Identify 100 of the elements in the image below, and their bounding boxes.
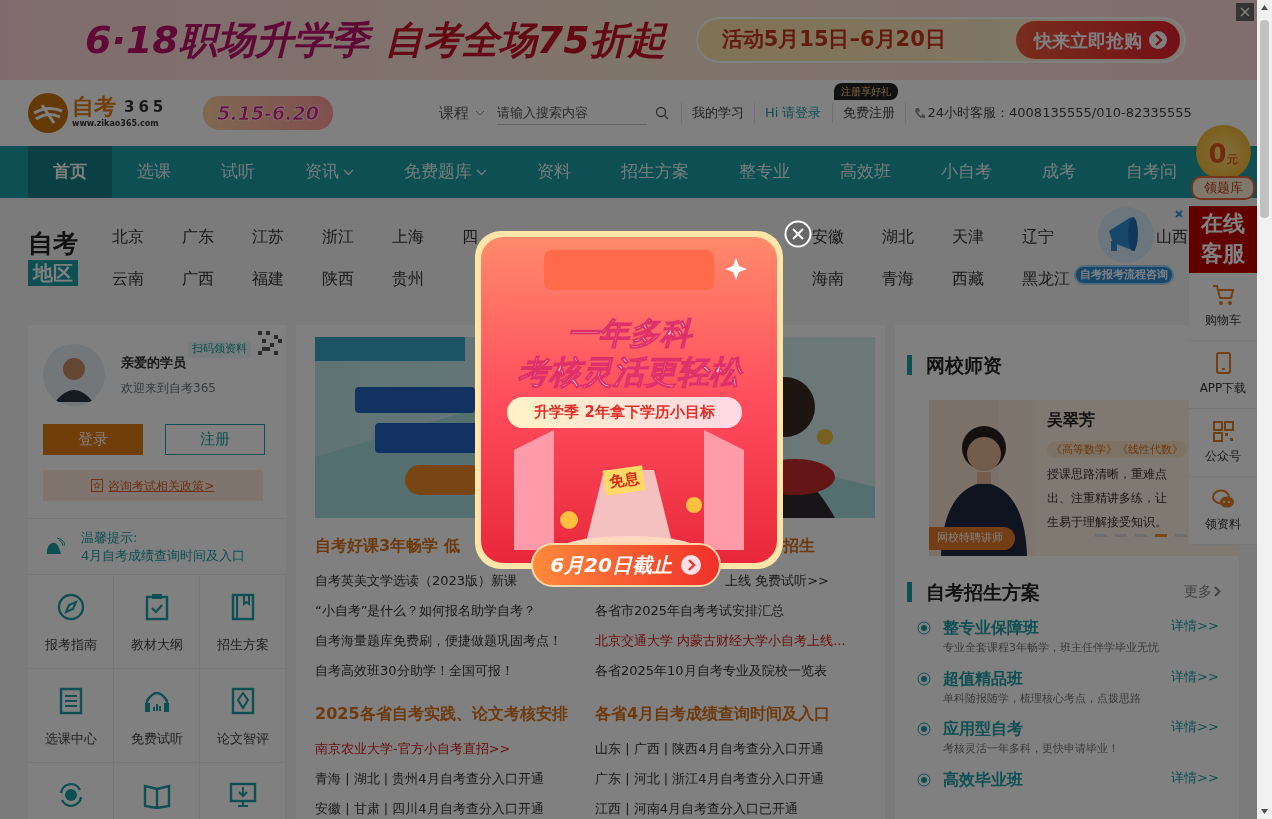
sidebar-item[interactable]: 公众号 bbox=[1189, 408, 1257, 477]
shortcut-link[interactable]: 选课中心 bbox=[28, 669, 114, 764]
city-link[interactable]: 北京 bbox=[112, 225, 144, 249]
accent-bar bbox=[907, 355, 912, 376]
news-link[interactable]: 青海 | 湖北 | 贵州4月自考查分入口开通 bbox=[315, 764, 544, 794]
city-link[interactable]: 黑龙江 bbox=[1022, 267, 1070, 291]
nav-tab[interactable]: 资讯 bbox=[280, 146, 379, 198]
news-link[interactable]: 北京交通大学 内蒙古财经大学小自考上线... bbox=[595, 626, 846, 656]
hotline-text: 24小时客服：4008135555/010-82335555 bbox=[927, 104, 1192, 123]
news-link[interactable]: 上线 免费试听>> bbox=[725, 566, 829, 596]
shortcut-link[interactable]: 招生方案 bbox=[200, 575, 286, 670]
shortcut-link[interactable]: 论文智评 bbox=[200, 669, 286, 764]
city-link[interactable]: 浙江 bbox=[322, 225, 354, 249]
city-link[interactable]: 陕西 bbox=[322, 267, 354, 291]
online-service-button[interactable]: 在线客服 bbox=[1189, 205, 1257, 273]
banner-headline: 6·18职场升学季 bbox=[85, 11, 377, 69]
teacher-bio: 授课思路清晰，重难点 bbox=[1047, 465, 1168, 483]
city-link[interactable]: 西藏 bbox=[952, 267, 984, 291]
details-link[interactable]: 详情>> bbox=[1171, 717, 1219, 758]
coin-label[interactable]: 领题库 bbox=[1191, 176, 1255, 200]
news-link[interactable]: 南京农业大学-官方小自考直招>> bbox=[315, 734, 511, 764]
city-link[interactable]: 云南 bbox=[112, 267, 144, 291]
section-heading: 2025各省自考实践、论文考核安排 bbox=[315, 703, 568, 725]
news-link[interactable]: 山东 | 广西 | 陕西4月自考查分入口开通 bbox=[595, 734, 824, 764]
close-button[interactable] bbox=[784, 220, 812, 248]
plan-title[interactable]: 超值精品班 bbox=[943, 666, 1141, 691]
policy-link[interactable]: 咨询考试相关政策> bbox=[43, 470, 263, 501]
city-link[interactable]: 广东 bbox=[182, 225, 214, 249]
nav-tab[interactable]: 成考 bbox=[1017, 146, 1101, 198]
consult-label[interactable]: 自考报考流程咨询 bbox=[1074, 265, 1174, 285]
header-link[interactable]: 我的学习 bbox=[680, 103, 754, 123]
teacher-tag: 网校特聘讲师 bbox=[929, 527, 1015, 550]
download-icon[interactable] bbox=[228, 781, 257, 810]
plan-title[interactable]: 整专业保障班 bbox=[943, 616, 1159, 640]
news-link[interactable]: 广东 | 河北 | 浙江4月自考查分入口开通 bbox=[595, 764, 824, 794]
shortcut-link[interactable]: 免费试听 bbox=[114, 669, 200, 764]
more-link[interactable]: 更多 bbox=[1183, 581, 1221, 603]
nav-tab[interactable]: 高效班 bbox=[815, 146, 916, 198]
news-link[interactable]: 江西 | 河南4月自考查分入口已开通 bbox=[595, 794, 798, 819]
city-link[interactable]: 上海 bbox=[392, 225, 424, 249]
city-link[interactable]: 湖北 bbox=[882, 225, 914, 249]
nav-tab[interactable]: 选课 bbox=[112, 146, 196, 198]
section-heading: 各省4月自考成绩查询时间及入口 bbox=[595, 703, 831, 725]
news-link[interactable]: “小自考”是什么？如何报名助学自考？ bbox=[315, 596, 537, 626]
course-dropdown[interactable]: 课程 bbox=[438, 101, 485, 125]
details-link[interactable]: 详情>> bbox=[1171, 767, 1219, 792]
logo-url: www.zikao365.com bbox=[72, 118, 160, 131]
city-link[interactable]: 广西 bbox=[182, 267, 214, 291]
details-link[interactable]: 详情>> bbox=[1171, 616, 1219, 657]
city-link[interactable]: 海南 bbox=[812, 267, 844, 291]
nav-tab[interactable]: 自考问 bbox=[1101, 146, 1177, 198]
news-link[interactable]: 自考高效班30分助学！全国可报！ bbox=[315, 656, 514, 686]
city-link[interactable]: 福建 bbox=[252, 267, 284, 291]
shortcut-link[interactable]: 报考指南 bbox=[28, 575, 114, 670]
shortcut-link[interactable]: 教材大纲 bbox=[114, 575, 200, 670]
nav-tab[interactable]: 免费题库 bbox=[379, 146, 512, 198]
greeting-text: 亲爱的学员 bbox=[121, 354, 187, 373]
nav-tab[interactable]: 资料 bbox=[512, 146, 596, 198]
logo-number: 365 bbox=[124, 96, 168, 118]
login-button[interactable]: 登录 bbox=[43, 424, 143, 455]
nav-tab[interactable]: 首页 bbox=[28, 146, 112, 198]
city-link[interactable]: 江苏 bbox=[252, 225, 284, 249]
caret-icon bbox=[474, 110, 485, 116]
city-link[interactable]: 青海 bbox=[882, 267, 914, 291]
plan-title[interactable]: 高效毕业班 bbox=[943, 767, 1023, 792]
header-link[interactable]: Hi 请登录 bbox=[753, 103, 832, 123]
nav-tab[interactable]: 整专业 bbox=[714, 146, 815, 198]
details-link[interactable]: 详情>> bbox=[1171, 666, 1219, 707]
search-field[interactable]: 请输入搜索内容 bbox=[496, 100, 647, 126]
register-button[interactable]: 注册 bbox=[165, 424, 265, 455]
header-link[interactable]: 免费注册 bbox=[831, 103, 905, 123]
grab-button[interactable]: 快来立即抢购 bbox=[1015, 21, 1180, 59]
section-title: 网校师资 bbox=[926, 353, 1002, 378]
chevron-icon bbox=[1213, 586, 1221, 598]
news-link[interactable]: 各省市2025年自考考试安排汇总 bbox=[595, 596, 785, 626]
nav-tab[interactable]: 试听 bbox=[196, 146, 280, 198]
city-link[interactable]: 天津 bbox=[952, 225, 984, 249]
nav-tab[interactable]: 小自考 bbox=[916, 146, 1017, 198]
city-link[interactable]: 贵州 bbox=[392, 267, 424, 291]
sidebar-item[interactable]: 购物车 bbox=[1189, 272, 1257, 341]
city-link[interactable]: 山西 bbox=[1156, 225, 1188, 249]
scrollbar[interactable] bbox=[1257, 0, 1272, 819]
city-link[interactable]: 辽宁 bbox=[1022, 225, 1054, 249]
news-link[interactable]: 自考海量题库免费刷，便捷做题巩固考点！ bbox=[315, 626, 562, 656]
sidebar-item[interactable]: 领资料 bbox=[1189, 476, 1257, 545]
sidebar-item[interactable]: APP下载 bbox=[1189, 340, 1257, 409]
plan-title[interactable]: 应用型自考 bbox=[943, 717, 1119, 741]
nav-tab[interactable]: 招生方案 bbox=[596, 146, 714, 198]
megaphone-icon[interactable] bbox=[1096, 205, 1156, 263]
logo-icon[interactable] bbox=[28, 93, 68, 133]
city-link[interactable]: 四 bbox=[462, 225, 478, 249]
news-link[interactable]: 安徽 | 甘肃 | 四川4月自考查分入口开通 bbox=[315, 794, 544, 819]
search-icon[interactable] bbox=[654, 106, 669, 120]
city-link[interactable]: 安徽 bbox=[812, 225, 844, 249]
qr-code-icon bbox=[1211, 419, 1235, 443]
close-button[interactable] bbox=[1236, 3, 1254, 21]
notice-link[interactable]: 4月自考成绩查询时间及入口 bbox=[81, 546, 246, 565]
close-icon[interactable] bbox=[1174, 209, 1184, 219]
news-link[interactable]: 自考英美文学选读（2023版）新课 bbox=[315, 566, 518, 596]
promo-tooltip: 注册享好礼 bbox=[833, 83, 898, 101]
